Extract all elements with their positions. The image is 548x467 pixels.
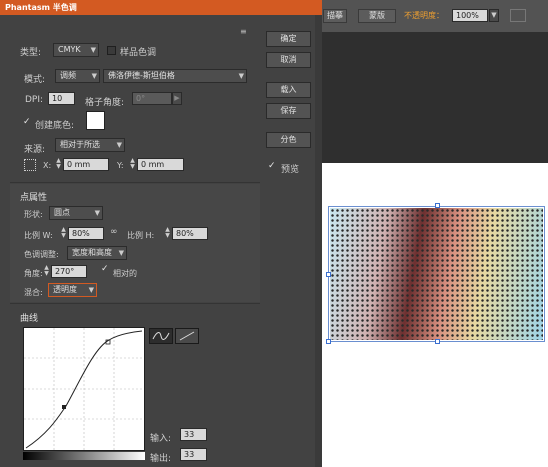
link-icon[interactable]: ∞: [110, 227, 118, 237]
save-button[interactable]: 保存: [266, 103, 311, 119]
angle-field[interactable]: 270°: [51, 265, 87, 278]
output-field[interactable]: 33: [180, 448, 207, 461]
grid-angle-label: 格子角度:: [85, 98, 125, 108]
input-label: 输入:: [150, 434, 172, 444]
source-label: 来源:: [24, 145, 46, 155]
angle-spinner-icon[interactable]: ▲ ▼: [43, 265, 50, 278]
shape-label: 形状:: [24, 210, 43, 219]
x-field[interactable]: 0 mm: [63, 158, 109, 171]
scale-h-field[interactable]: 80%: [172, 227, 208, 240]
type-select[interactable]: CMYK ▼: [53, 43, 99, 57]
curve-grid: [24, 328, 144, 450]
handle-bottom-left[interactable]: [326, 339, 331, 344]
trace-button[interactable]: 描摹: [323, 9, 347, 23]
blend-label: 混合:: [24, 288, 43, 297]
relative-check-icon[interactable]: ✓: [101, 264, 109, 274]
curve-graph[interactable]: [23, 327, 145, 451]
algorithm-select[interactable]: 佛洛伊德-斯坦伯格 ▼: [103, 69, 247, 83]
preview-check-icon[interactable]: ✓: [268, 161, 276, 171]
curve-section-title: 曲线: [20, 314, 39, 324]
linear-curve-glyph: [179, 331, 195, 341]
source-select[interactable]: 相对于所选 ▼: [55, 138, 125, 152]
output-label: 输出:: [150, 454, 172, 464]
tone-adjust-select[interactable]: 宽度和高度 ▼: [67, 246, 127, 260]
mode-label: 模式:: [24, 75, 46, 85]
reference-point-icon[interactable]: [24, 159, 36, 171]
ok-button[interactable]: 确定: [266, 31, 311, 47]
curve-point-1[interactable]: [62, 405, 66, 409]
scale-h-spinner-icon[interactable]: ▲ ▼: [164, 227, 171, 240]
handle-left[interactable]: [326, 272, 331, 277]
mask-button[interactable]: 蒙版: [358, 9, 396, 23]
x-spinner-icon[interactable]: ▲ ▼: [55, 158, 62, 171]
bg-color-swatch[interactable]: [86, 111, 105, 130]
type-label: 类型:: [20, 48, 42, 58]
handle-bottom[interactable]: [435, 339, 440, 344]
relative-label: 相对的: [113, 269, 137, 278]
section-divider: [10, 182, 260, 183]
y-label: Y:: [117, 161, 124, 170]
opacity-field[interactable]: 100%: [452, 9, 488, 22]
input-field[interactable]: 33: [180, 428, 207, 441]
scale-w-spinner-icon[interactable]: ▲ ▼: [60, 227, 67, 240]
canvas-dark-area: [322, 32, 548, 163]
y-spinner-icon[interactable]: ▲ ▼: [129, 158, 136, 171]
dot-section-title: 点属性: [20, 193, 48, 203]
load-button[interactable]: 载入: [266, 82, 311, 98]
smooth-curve-glyph: [152, 332, 170, 340]
scale-w-field[interactable]: 80%: [68, 227, 104, 240]
smooth-curve-tool-icon[interactable]: [149, 328, 173, 344]
sample-color-checkbox[interactable]: [107, 46, 116, 55]
dialog-title: Phantasm 半色调: [0, 0, 322, 15]
scale-w-label: 比例 W:: [24, 231, 53, 240]
grid-angle-arrow-icon[interactable]: ▶: [172, 92, 182, 105]
panel-menu-icon[interactable]: ≡: [240, 27, 247, 36]
tone-adjust-label: 色调调整:: [24, 250, 59, 259]
create-bg-check-icon[interactable]: ✓: [23, 117, 31, 127]
section-divider-2: [10, 303, 260, 304]
dpi-label: DPI:: [25, 95, 44, 105]
scale-h-label: 比例 H:: [127, 231, 155, 240]
x-label: X:: [43, 161, 52, 170]
linear-curve-tool-icon[interactable]: [175, 328, 199, 344]
handle-top[interactable]: [435, 203, 440, 208]
preview-label: 预览: [281, 165, 300, 175]
separate-button[interactable]: 分色: [266, 132, 311, 148]
gradient-bar: [23, 452, 145, 460]
curve-svg: [24, 328, 144, 450]
y-field[interactable]: 0 mm: [137, 158, 184, 171]
sample-color-label: 样品色调: [120, 48, 157, 58]
shape-select[interactable]: 圆点 ▼: [49, 206, 103, 220]
opacity-label: 不透明度：: [404, 11, 444, 20]
mode-select[interactable]: 调频 ▼: [55, 69, 100, 83]
create-bg-label: 创建底色:: [35, 121, 75, 131]
opacity-dropdown-icon[interactable]: ▼: [489, 9, 499, 22]
selection-bounding-box[interactable]: [328, 206, 545, 342]
grid-icon[interactable]: [510, 9, 526, 22]
dialog-scrollbar[interactable]: [315, 15, 322, 467]
dpi-field[interactable]: 10: [48, 92, 75, 105]
cancel-button[interactable]: 取消: [266, 52, 311, 68]
grid-angle-field[interactable]: 0°: [132, 92, 172, 105]
blend-select[interactable]: 透明度 ▼: [48, 283, 97, 297]
angle-label: 角度:: [24, 269, 43, 278]
